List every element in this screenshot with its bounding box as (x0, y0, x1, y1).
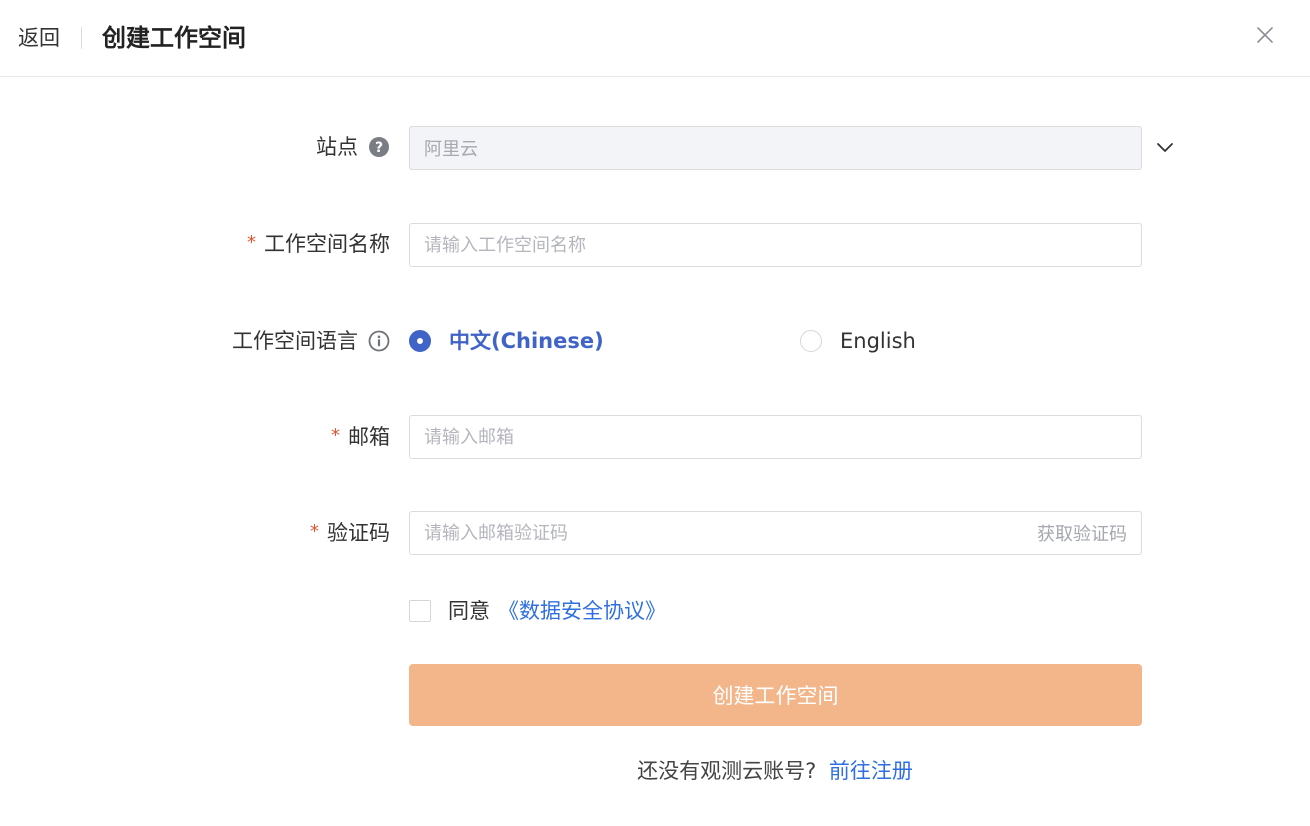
agreement-row: 同意 《数据安全协议》 (409, 596, 666, 626)
data-security-agreement-link[interactable]: 《数据安全协议》 (498, 596, 666, 626)
radio-button[interactable] (409, 330, 431, 352)
chevron-down-icon[interactable] (1155, 138, 1175, 158)
agreement-checkbox[interactable] (409, 600, 431, 622)
email-label-row: * 邮箱 (331, 423, 390, 451)
workspace-name-label-row: * 工作空间名称 (247, 230, 390, 258)
radio-button[interactable] (800, 330, 822, 352)
verification-code-label: 验证码 (327, 521, 390, 545)
register-prompt-text: 还没有观测云账号? (637, 759, 817, 783)
agreement-text: 同意 (448, 599, 490, 623)
svg-text:?: ? (375, 140, 383, 156)
create-workspace-button[interactable]: 创建工作空间 (409, 664, 1142, 726)
required-mark: * (310, 521, 319, 542)
language-label: 工作空间语言 (232, 329, 358, 353)
workspace-name-field[interactable] (409, 223, 1142, 267)
header-divider (81, 27, 82, 49)
email-field[interactable] (409, 415, 1142, 459)
required-mark: * (331, 425, 340, 446)
language-label-row: 工作空间语言 (232, 327, 390, 355)
email-label: 邮箱 (348, 425, 390, 449)
back-button[interactable]: 返回 (18, 24, 60, 52)
close-icon[interactable] (1254, 24, 1276, 46)
language-radio-chinese[interactable]: 中文(Chinese) (409, 326, 604, 356)
dialog-header: 返回 创建工作空间 (0, 0, 1310, 77)
question-circle-icon[interactable]: ? (368, 136, 390, 158)
info-circle-icon[interactable] (368, 330, 390, 352)
radio-label-chinese: 中文(Chinese) (449, 329, 604, 353)
page-title: 创建工作空间 (102, 24, 246, 52)
verification-code-input[interactable] (424, 512, 1027, 554)
site-label: 站点 (316, 135, 358, 159)
register-prompt: 还没有观测云账号? 前往注册 (0, 756, 1310, 786)
required-mark: * (247, 232, 256, 253)
radio-label-english: English (840, 329, 916, 353)
register-link[interactable]: 前往注册 (829, 759, 913, 783)
get-code-button[interactable]: 获取验证码 (1037, 520, 1127, 546)
email-input[interactable] (424, 416, 1127, 458)
language-radio-english[interactable]: English (800, 326, 916, 356)
verification-code-label-row: * 验证码 (310, 519, 390, 547)
site-select-value: 阿里云 (424, 139, 478, 160)
site-select[interactable]: 阿里云 (409, 126, 1142, 170)
verification-code-field[interactable]: 获取验证码 (409, 511, 1142, 555)
site-label-row: 站点 ? (316, 133, 390, 161)
workspace-name-input[interactable] (424, 224, 1127, 266)
workspace-name-label: 工作空间名称 (264, 232, 390, 256)
